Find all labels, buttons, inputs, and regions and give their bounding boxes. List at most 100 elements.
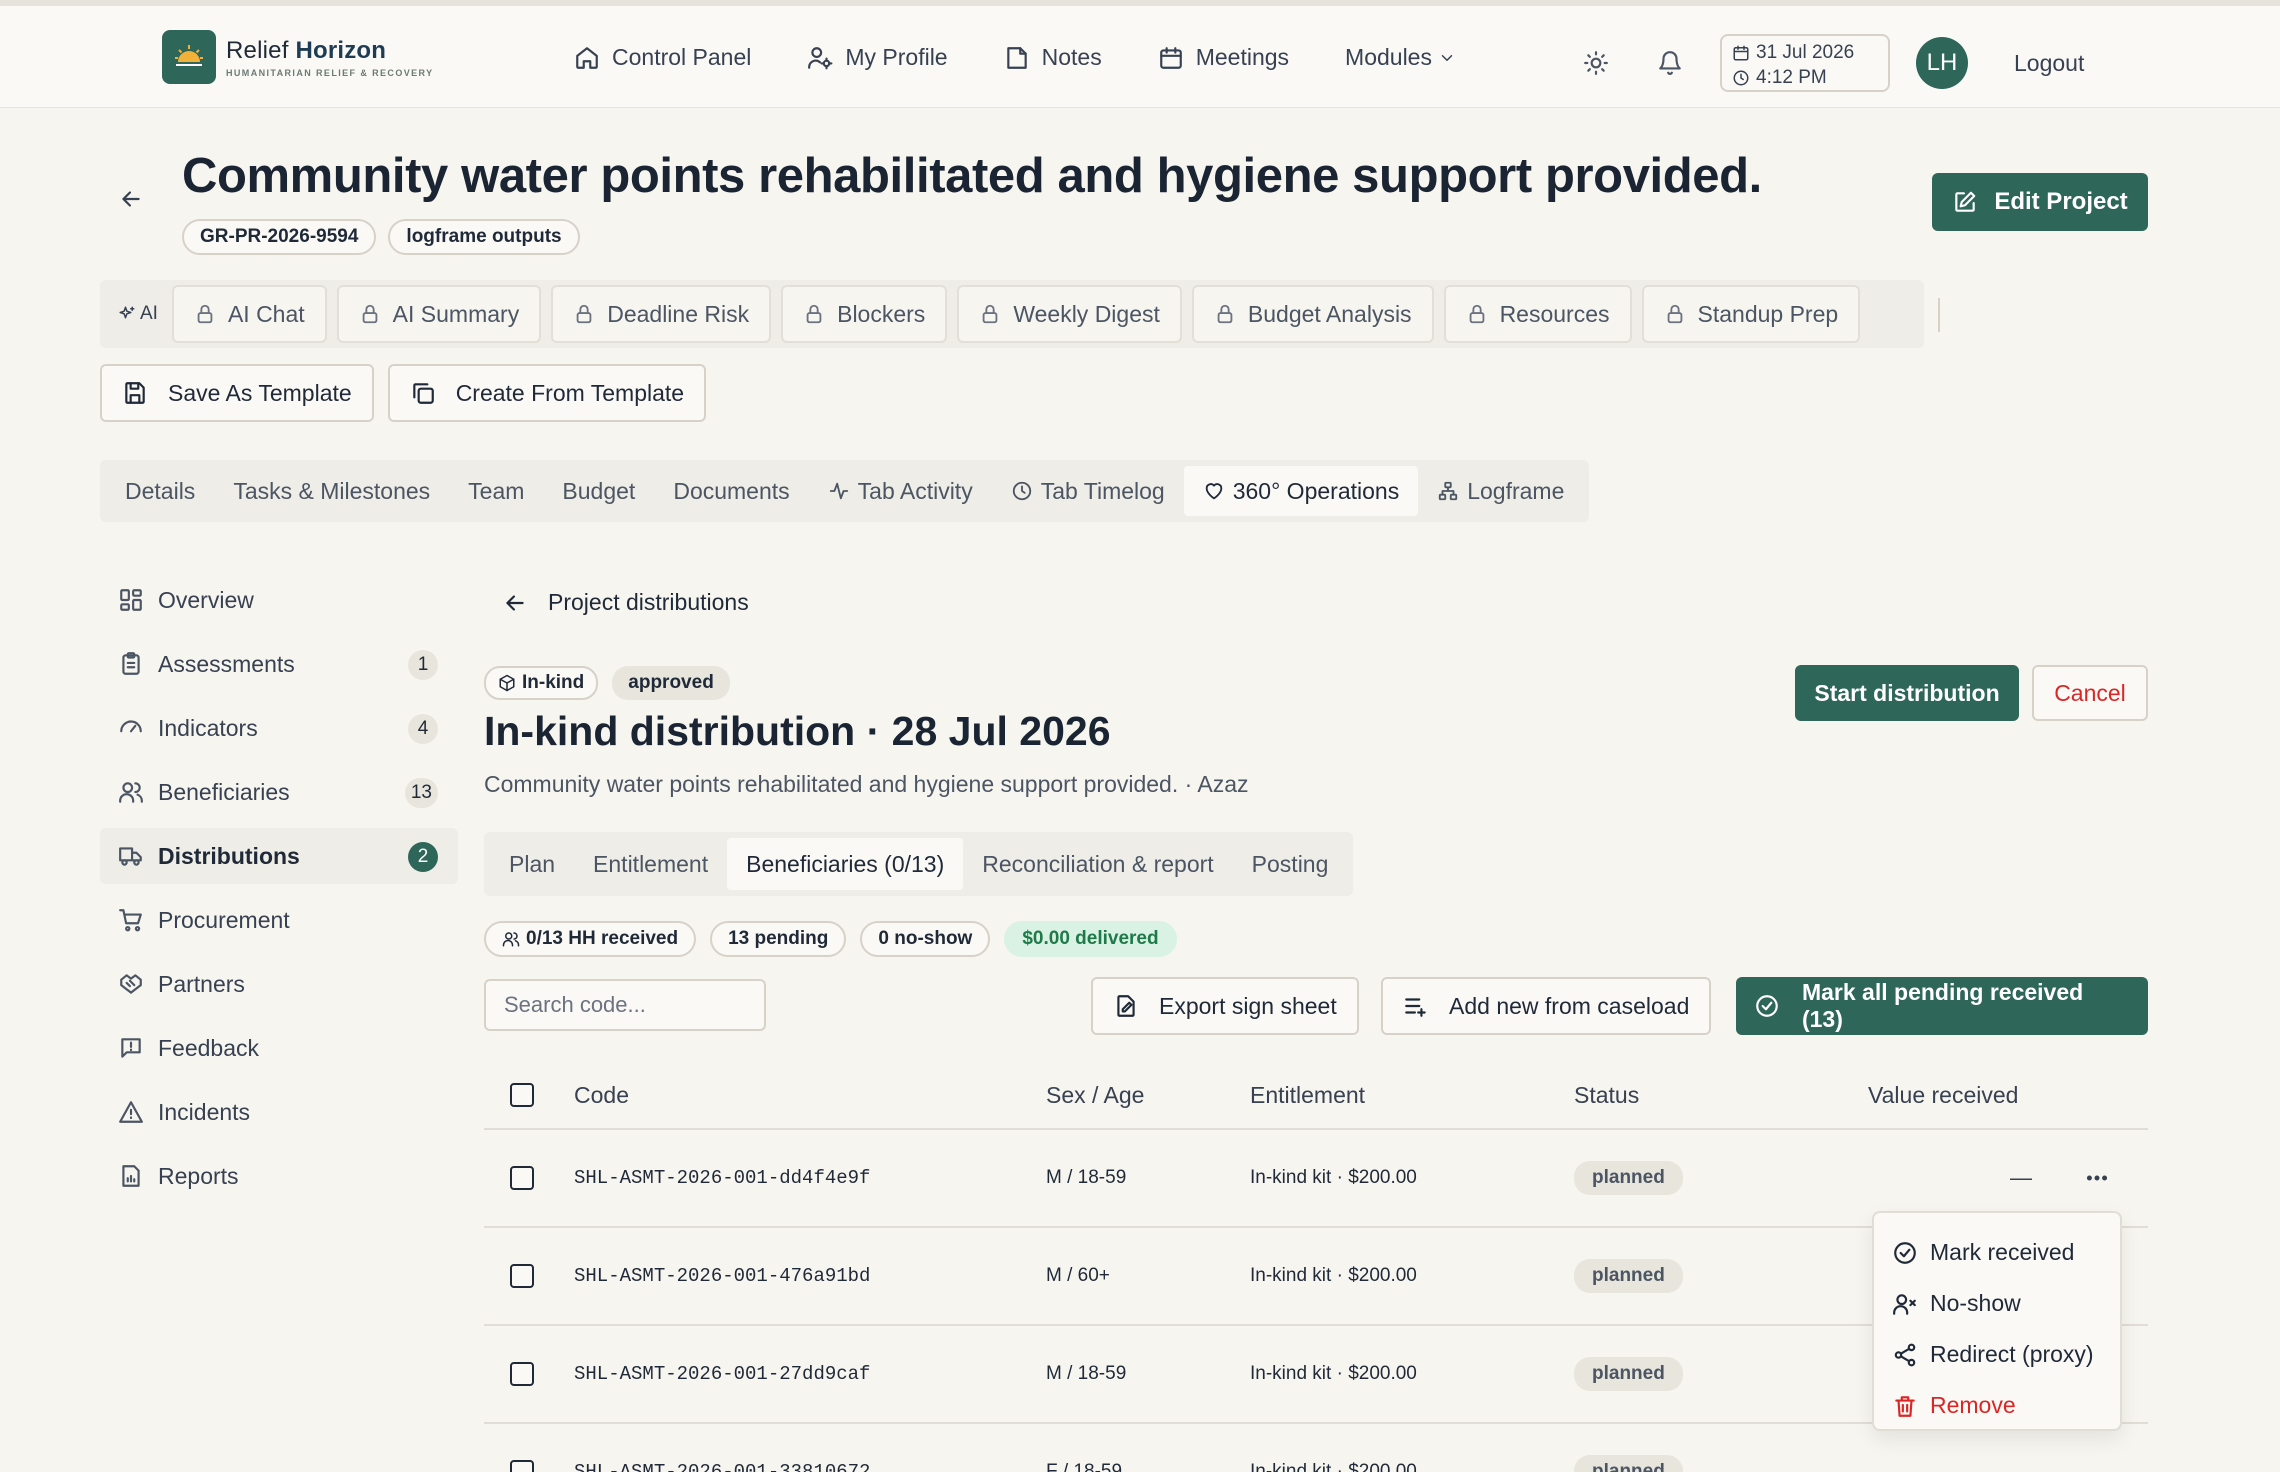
standup-prep-button[interactable]: Standup Prep [1641,285,1861,343]
cancel-distribution-button[interactable]: Cancel [2032,665,2148,721]
tab-posting[interactable]: Posting [1233,838,1348,890]
sidebar-item-partners[interactable]: Partners [100,956,458,1012]
tab-entitlement[interactable]: Entitlement [574,838,727,890]
nav-my-profile[interactable]: My Profile [807,44,948,71]
sex-age: M / 60+ [1046,1265,1110,1286]
tab-budget[interactable]: Budget [543,466,654,516]
budget-analysis-button[interactable]: Budget Analysis [1191,285,1434,343]
households-received-stat: 0/13 HH received [484,921,697,957]
sidebar-item-incidents[interactable]: Incidents [100,1084,458,1140]
theme-toggle-sun-icon[interactable] [1572,39,1620,87]
logout-link[interactable]: Logout [2014,50,2084,77]
row-checkbox[interactable] [510,1264,534,1288]
sidebar-item-beneficiaries[interactable]: Beneficiaries 13 [100,764,458,820]
ai-chat-button[interactable]: AI Chat [171,285,327,343]
sidebar-item-procurement[interactable]: Procurement [100,892,458,948]
approval-status-badge: approved [612,666,730,700]
row-checkbox[interactable] [510,1362,534,1386]
tab-beneficiaries[interactable]: Beneficiaries (0/13) [727,838,964,890]
start-distribution-button[interactable]: Start distribution [1795,665,2019,721]
save-as-template-button[interactable]: Save As Template [100,364,374,422]
lock-icon [1667,304,1682,324]
list-plus-icon [1405,998,1426,1017]
brand-name: Relief Horizon [226,36,387,64]
distribution-tabs: Plan Entitlement Beneficiaries (0/13) Re… [484,832,1354,896]
menu-no-show[interactable]: No-show [1874,1278,2120,1329]
menu-remove[interactable]: Remove [1874,1380,2120,1431]
tab-documents[interactable]: Documents [654,466,808,516]
sidebar-item-overview[interactable]: Overview [100,572,458,628]
beneficiary-code: SHL-ASMT-2026-001-27dd9caf [574,1363,871,1385]
select-all-checkbox[interactable] [510,1083,534,1107]
sidebar-item-indicators[interactable]: Indicators 4 [100,700,458,756]
lock-icon [362,304,378,324]
check-circle-icon [1756,995,1778,1017]
sidebar-item-feedback[interactable]: Feedback [100,1020,458,1076]
beneficiary-code: SHL-ASMT-2026-001-33810672 [574,1461,871,1472]
tab-360-operations[interactable]: 360° Operations [1183,466,1419,516]
sidebar-item-assessments[interactable]: Assessments 1 [100,636,458,692]
tab-team[interactable]: Team [449,466,543,516]
mark-all-received-button[interactable]: Mark all pending received (13) [1736,977,2148,1035]
sidebar-item-distributions[interactable]: Distributions 2 [100,828,458,884]
row-checkbox[interactable] [510,1166,534,1190]
nav-meetings[interactable]: Meetings [1158,44,1289,71]
copy-icon [412,383,434,404]
weekly-digest-button[interactable]: Weekly Digest [957,285,1182,343]
tab-logframe[interactable]: Logframe [1418,466,1583,516]
lock-icon [576,304,592,324]
status-badge: planned [1574,1455,1683,1472]
resources-button[interactable]: Resources [1443,285,1632,343]
entitlement: In-kind kit · $200.00 [1250,1167,1417,1188]
tab-reconciliation-report[interactable]: Reconciliation & report [963,838,1232,890]
distribution-tags: In-kind approved [484,666,730,700]
top-navigation-bar: Relief Horizon HUMANITARIAN RELIEF & REC… [0,0,2280,108]
header-value-received: Value received [1868,1081,2019,1108]
back-to-distributions-link[interactable]: Project distributions [502,589,749,616]
page-title: Community water points rehabilitated and… [182,149,1762,203]
notifications-bell-icon[interactable] [1646,39,1694,87]
activity-icon [829,482,848,500]
nav-modules[interactable]: Modules [1345,44,1456,71]
sidebar-item-reports[interactable]: Reports [100,1148,458,1204]
cart-icon [119,909,142,932]
edit-project-button[interactable]: Edit Project [1932,173,2148,231]
menu-redirect-proxy[interactable]: Redirect (proxy) [1874,1329,2120,1380]
home-icon [576,46,598,69]
report-icon [122,1165,140,1187]
nav-notes[interactable]: Notes [1004,44,1102,71]
tab-plan[interactable]: Plan [490,838,574,890]
menu-mark-received[interactable]: Mark received [1874,1227,2120,1278]
entitlement: In-kind kit · $200.00 [1250,1265,1417,1286]
back-arrow-icon[interactable] [118,186,144,212]
row-actions-more-icon[interactable] [2084,1165,2110,1191]
add-from-caseload-button[interactable]: Add new from caseload [1381,977,1712,1035]
blockers-button[interactable]: Blockers [781,285,948,343]
nav-control-panel[interactable]: Control Panel [574,44,751,71]
message-alert-icon [121,1038,141,1058]
deadline-risk-button[interactable]: Deadline Risk [551,285,772,343]
sunrise-logo-icon [162,30,216,84]
distribution-subtitle: Community water points rehabilitated and… [484,771,1249,797]
create-from-template-button[interactable]: Create From Template [387,364,707,422]
lock-icon [197,304,213,324]
brand-logo[interactable]: Relief Horizon HUMANITARIAN RELIEF & REC… [162,30,434,84]
clock-icon [1733,70,1749,85]
user-avatar[interactable]: LH [1916,37,1968,89]
tab-timelog[interactable]: Tab Timelog [992,466,1184,516]
indicators-count-badge: 4 [408,714,438,744]
calendar-small-icon [1733,45,1749,60]
tab-activity[interactable]: Tab Activity [809,466,992,516]
check-circle-icon [1894,1241,1916,1264]
header-actions: 31 Jul 2026 4:12 PM LH Logout [1572,34,2084,92]
search-code-input[interactable] [484,979,766,1031]
tab-details[interactable]: Details [106,466,214,516]
share-icon [1894,1343,1916,1366]
tab-tasks-milestones[interactable]: Tasks & Milestones [214,466,449,516]
ai-summary-button[interactable]: AI Summary [336,285,542,343]
pending-stat: 13 pending [710,921,847,957]
status-badge: planned [1574,1161,1683,1195]
sex-age: M / 18-59 [1046,1363,1127,1384]
export-sign-sheet-button[interactable]: Export sign sheet [1091,977,1359,1035]
row-checkbox[interactable] [510,1460,534,1472]
